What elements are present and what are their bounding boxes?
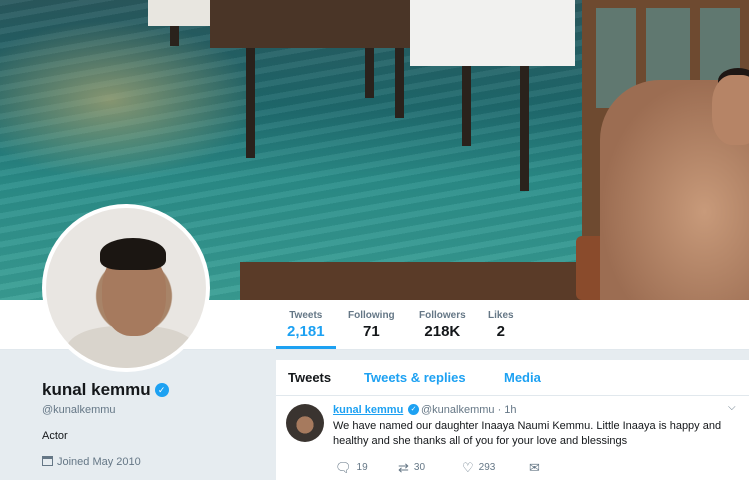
stat-value: 71 <box>362 323 380 340</box>
like-count: 293 <box>478 462 496 473</box>
tweet-author-handle[interactable]: @kunalkemmu · 1h <box>421 404 517 416</box>
tab-media[interactable]: Media <box>504 370 541 385</box>
like-button[interactable]: ♡ 293 <box>462 460 495 476</box>
profile-handle[interactable]: @kunalkemmu <box>42 404 262 416</box>
retweet-button[interactable]: ⇄ 30 <box>398 460 425 476</box>
active-stat-underline <box>276 346 336 349</box>
stat-label: Followers <box>419 310 466 321</box>
verified-badge-icon: ✓ <box>408 404 419 415</box>
chevron-down-icon[interactable]: ⌵ <box>728 402 736 413</box>
tweet-avatar[interactable] <box>286 404 324 442</box>
profile-bio: Actor <box>42 430 68 442</box>
tweet-text: We have named our daughter Inaaya Naumi … <box>333 420 722 447</box>
profile-card: kunal kemmu ✓ @kunalkemmu Actor Joined Ma… <box>42 380 262 468</box>
profile-page: Tweets 2,181 Following 71 Followers 218K… <box>0 0 749 480</box>
stat-label: Tweets <box>289 310 323 321</box>
retweet-count: 30 <box>413 462 426 473</box>
verified-badge-icon: ✓ <box>154 383 169 397</box>
profile-avatar[interactable] <box>42 204 210 372</box>
calendar-icon <box>42 456 53 466</box>
stat-value: 218K <box>424 323 461 340</box>
reply-icon: 🗨 <box>335 460 352 475</box>
stat-label: Following <box>348 310 395 321</box>
tab-tweets[interactable]: Tweets <box>288 370 331 385</box>
stat-followers[interactable]: Followers 218K <box>419 310 466 340</box>
reply-button[interactable]: 🗨 19 <box>335 460 368 476</box>
tweet-author-name[interactable]: kunal kemmu <box>333 404 403 416</box>
heart-icon: ♡ <box>462 460 474 475</box>
stat-value: 2 <box>496 323 505 340</box>
stat-tweets[interactable]: Tweets 2,181 <box>287 310 325 340</box>
reply-count: 19 <box>356 462 368 473</box>
stat-label: Likes <box>488 310 514 321</box>
profile-name[interactable]: kunal kemmu <box>42 380 151 400</box>
stat-value: 2,181 <box>287 323 325 340</box>
tab-tweets-and-replies[interactable]: Tweets & replies <box>364 370 466 385</box>
direct-message-icon: ✉ <box>529 460 540 475</box>
stat-likes[interactable]: Likes 2 <box>488 310 514 340</box>
joined-date: Joined May 2010 <box>42 456 262 468</box>
retweet-icon: ⇄ <box>398 460 409 475</box>
joined-text: Joined May 2010 <box>57 456 141 468</box>
direct-message-button[interactable]: ✉ <box>529 460 545 476</box>
stat-following[interactable]: Following 71 <box>348 310 395 340</box>
